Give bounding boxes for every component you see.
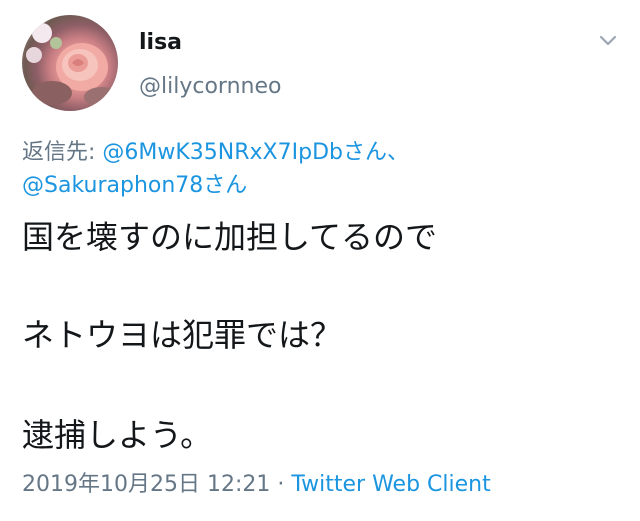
mention-link[interactable]: @6MwK35NRxX7IpDbさん、 [102, 140, 409, 165]
rose-image [26, 23, 118, 107]
user-handle[interactable]: @lilycornneo [139, 74, 281, 99]
display-name[interactable]: lisa [139, 30, 182, 55]
tweet-text-line: 国を壊すのに加担してるので [22, 218, 438, 256]
tweet-text-line: ネトウヨは犯罪では？ [22, 316, 343, 354]
reply-label: 返信先: [22, 140, 103, 165]
avatar[interactable] [22, 15, 118, 111]
tweet-text-line: 逮捕しよう。 [22, 416, 213, 454]
tweet-meta: 2019年10月25日 12:21 · Twitter Web Client [22, 466, 491, 498]
reply-context: 返信先: @6MwK35NRxX7IpDbさん、 @Sakuraphon78さん [22, 136, 622, 202]
chevron-down-icon[interactable] [597, 32, 619, 50]
client-link[interactable]: Twitter Web Client [291, 472, 490, 497]
separator: · [270, 472, 292, 497]
timestamp[interactable]: 2019年10月25日 12:21 [22, 472, 270, 497]
mention-link[interactable]: @Sakuraphon78さん [22, 173, 247, 198]
